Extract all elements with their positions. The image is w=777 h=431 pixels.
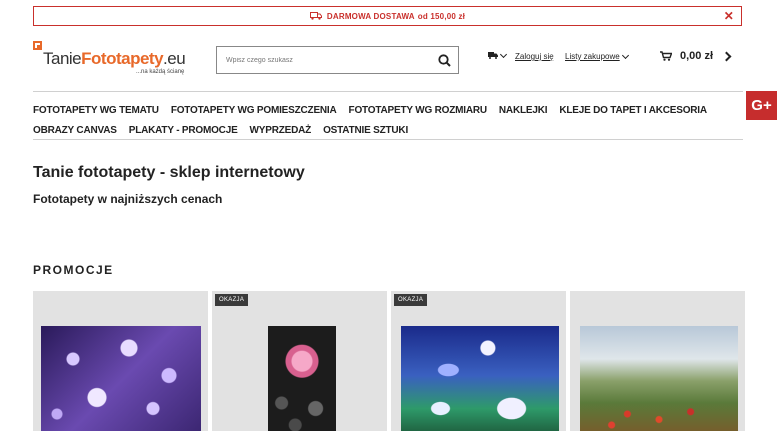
logo-tagline: ...na każdą ścianę (136, 69, 185, 75)
login-link[interactable]: Zaloguj się (515, 52, 554, 61)
chevron-down-icon (621, 51, 629, 59)
nav-item-obrazy-canvas[interactable]: OBRAZY CANVAS (33, 125, 117, 136)
logo-text: TanieFototapety.eu (43, 49, 186, 68)
cart-button[interactable]: 0,00 zł (660, 50, 732, 62)
main-navigation: FOTOTAPETY WG TEMATU FOTOTAPETY WG POMIE… (33, 100, 748, 140)
free-shipping-banner: DARMOWA DOSTAWA od 150,00 zł ✕ (33, 6, 742, 26)
cart-total: 0,00 zł (680, 50, 714, 62)
truck-icon (488, 52, 498, 59)
search-input[interactable] (217, 56, 430, 64)
chevron-down-icon (499, 50, 508, 58)
product-card[interactable] (33, 291, 208, 431)
nav-item-naklejki[interactable]: NAKLEJKI (499, 105, 548, 116)
search-box (216, 46, 459, 74)
nav-item-wyprzedaz[interactable]: WYPRZEDAŻ (250, 125, 312, 136)
chevron-right-icon (721, 51, 732, 61)
product-card[interactable] (570, 291, 745, 431)
site-logo[interactable]: TanieFototapety.eu ...na każdą ścianę (33, 41, 188, 81)
shopping-lists-link[interactable]: Listy zakupowe (565, 52, 620, 61)
search-icon (437, 53, 451, 67)
nav-item-ostatnie-sztuki[interactable]: OSTATNIE SZTUKI (323, 125, 408, 136)
nav-item-fototapety-wg-pomieszczenia[interactable]: FOTOTAPETY WG POMIESZCZENIA (171, 105, 337, 116)
nav-divider-bottom (33, 139, 743, 140)
page-subtitle: Fototapety w najniższych cenach (33, 192, 223, 206)
nav-item-plakaty-promocje[interactable]: PLAKATY - PROMOCJE (129, 125, 238, 136)
free-shipping-amount: od 150,00 zł (417, 11, 466, 21)
product-image[interactable] (268, 326, 336, 431)
free-shipping-text: DARMOWA DOSTAWA (326, 11, 415, 21)
okazja-badge: OKAZJA (215, 294, 249, 306)
nav-divider-top (33, 91, 743, 92)
close-icon[interactable]: ✕ (724, 9, 734, 23)
search-button[interactable] (430, 47, 458, 73)
logo-mark-icon (33, 41, 42, 50)
google-plus-button[interactable]: G+ (746, 91, 777, 120)
nav-item-kleje-do-tapet[interactable]: KLEJE DO TAPET I AKCESORIA (559, 105, 707, 116)
product-image[interactable] (401, 326, 559, 431)
product-card[interactable]: OKAZJA (391, 291, 566, 431)
promotions-grid: OKAZJA OKAZJA (33, 291, 745, 431)
product-image[interactable] (41, 326, 201, 431)
okazja-badge: OKAZJA (394, 294, 428, 306)
page-title: Tanie fototapety - sklep internetowy (33, 164, 305, 181)
product-image[interactable] (580, 326, 738, 431)
delivery-menu[interactable] (488, 50, 508, 59)
promotions-heading: PROMOCJE (33, 263, 114, 277)
cart-icon (660, 51, 672, 61)
truck-icon (309, 12, 322, 20)
nav-item-fototapety-wg-tematu[interactable]: FOTOTAPETY WG TEMATU (33, 105, 159, 116)
nav-item-fototapety-wg-rozmiaru[interactable]: FOTOTAPETY WG ROZMIARU (349, 105, 488, 116)
product-card[interactable]: OKAZJA (212, 291, 387, 431)
